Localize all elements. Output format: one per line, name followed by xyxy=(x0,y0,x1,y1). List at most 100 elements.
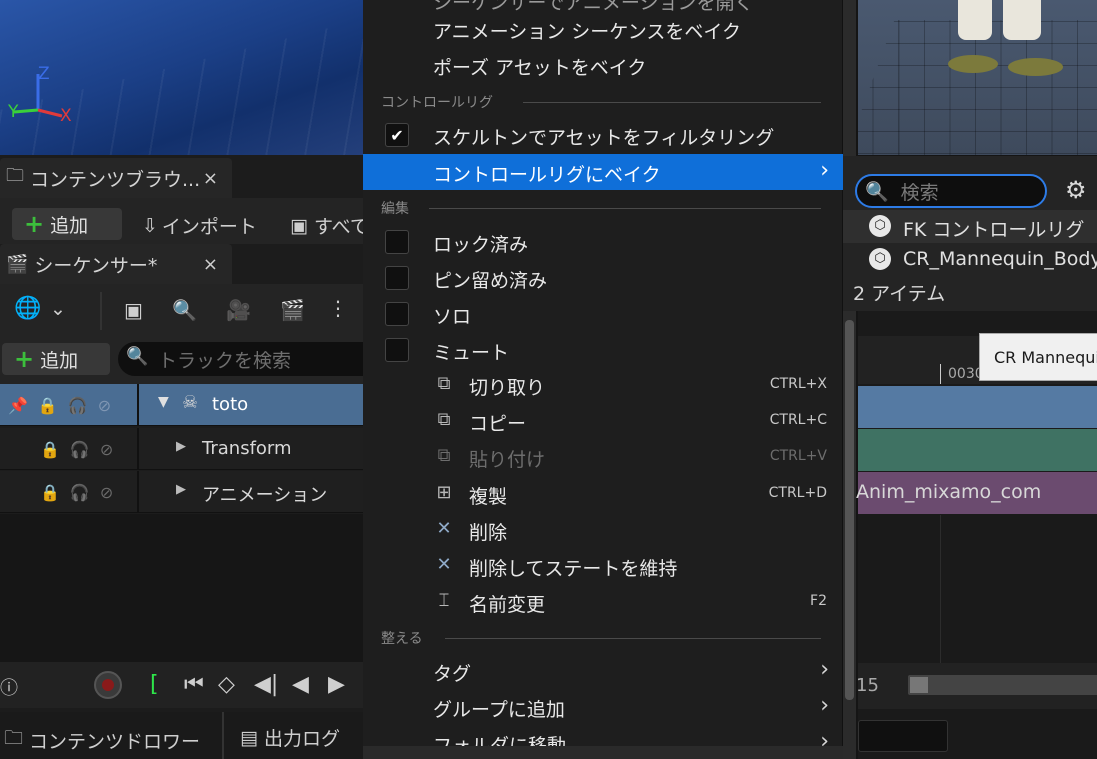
menu-item-bake-anim-sequence[interactable]: アニメーション シーケンスをベイク xyxy=(363,11,843,47)
more-options-icon[interactable]: ⋮ xyxy=(328,296,348,320)
mute-icon[interactable]: ⊘ xyxy=(98,396,111,415)
chevron-right-icon: › xyxy=(820,158,829,183)
menu-item-copy[interactable]: ⧉ コピー CTRL+C xyxy=(363,403,843,439)
tab-sequencer[interactable]: 🎬 シーケンサー* × xyxy=(0,244,232,284)
mute-icon[interactable]: ⊘ xyxy=(100,440,113,459)
play-icon[interactable]: ▶ xyxy=(328,672,345,697)
pin-icon[interactable]: 📌 xyxy=(8,396,28,415)
world-icon[interactable]: 🌐 xyxy=(14,296,41,321)
content-drawer-button[interactable]: 🗀 コンテンツドロワー xyxy=(4,724,200,756)
track-label: Transform xyxy=(202,438,292,459)
track-row[interactable]: 📌 🔒 🎧 ⊘ ▼ ☠ toto xyxy=(0,384,363,426)
scrollbar-thumb[interactable] xyxy=(910,677,928,693)
section-divider xyxy=(523,102,821,103)
menu-item-mute[interactable]: ミュート xyxy=(363,332,843,368)
timeline-footer: 15 xyxy=(856,663,1097,709)
log-icon: ▤ xyxy=(240,726,258,749)
timeline-lane-animation[interactable]: Anim_mixamo_com xyxy=(856,472,1097,514)
rig-list-item[interactable]: ⬡ FK コントロールリグ xyxy=(843,210,1097,243)
rename-icon: ⌶ xyxy=(438,590,450,611)
menu-item-cut[interactable]: ⧉ 切り取り CTRL+X xyxy=(363,367,843,403)
render-movie-icon[interactable]: 🎬 xyxy=(280,298,305,322)
add-track-label: 追加 xyxy=(40,349,79,372)
plus-icon: + xyxy=(14,345,35,373)
mute-icon[interactable]: ⊘ xyxy=(100,483,113,502)
track-search-input[interactable]: 🔍 トラックを検索 xyxy=(118,342,363,376)
timeline-lane-transform[interactable] xyxy=(858,429,1097,471)
headphones-icon[interactable]: 🎧 xyxy=(68,396,88,415)
checkbox[interactable] xyxy=(385,230,409,254)
timeline-lane-toto[interactable] xyxy=(858,386,1097,428)
menu-item-rename[interactable]: ⌶ 名前変更 F2 xyxy=(363,584,843,620)
skip-to-start-icon[interactable]: ⏮ xyxy=(184,672,204,697)
checkbox[interactable] xyxy=(385,302,409,326)
menu-item-solo[interactable]: ソロ xyxy=(363,296,843,332)
headphones-icon[interactable]: 🎧 xyxy=(70,483,90,502)
lock-icon[interactable]: 🔒 xyxy=(38,396,58,415)
previous-key-icon[interactable]: ◇ xyxy=(218,672,235,697)
add-button[interactable]: + 追加 xyxy=(12,208,122,240)
menu-item-label: 名前変更 xyxy=(469,594,546,616)
tooltip: CR Mannequi xyxy=(979,333,1097,381)
info-icon[interactable]: ⓘ xyxy=(0,674,18,700)
expand-arrow-icon[interactable]: ▶ xyxy=(176,482,186,497)
menu-item-locked[interactable]: ロック済み xyxy=(363,224,843,260)
shortcut-label: CTRL+X xyxy=(769,376,827,392)
column-divider xyxy=(137,428,139,470)
import-button[interactable]: ⇩ インポート xyxy=(142,212,257,239)
camera-icon[interactable]: 🎥 xyxy=(226,298,251,322)
rig-search-input[interactable]: 🔍 検索 xyxy=(855,174,1047,208)
menu-item-paste[interactable]: ⧉ 貼り付け CTRL+V xyxy=(363,439,843,475)
menu-item-tags[interactable]: タグ › xyxy=(363,653,843,689)
character-foot xyxy=(948,55,998,73)
menu-item-pinned[interactable]: ピン留め済み xyxy=(363,260,843,296)
tick-mark xyxy=(940,364,941,384)
tab-content-browser[interactable]: 🗀 コンテンツブラウ... × xyxy=(0,158,232,198)
play-reverse-icon[interactable]: ◀ xyxy=(292,672,309,697)
menu-item-bake-to-control-rig[interactable]: コントロールリグにベイク › xyxy=(363,154,843,190)
folder-icon: 🗀 xyxy=(4,727,24,749)
close-icon[interactable]: × xyxy=(203,254,218,275)
save-sequence-icon[interactable]: ▣ xyxy=(124,298,143,322)
preview-viewport[interactable] xyxy=(858,0,1097,155)
menu-item-filter-assets-by-skeleton[interactable]: ✔ スケルトンでアセットをフィルタリング xyxy=(363,117,843,153)
record-button[interactable] xyxy=(94,671,122,699)
track-row[interactable]: 🔒 🎧 ⊘ ▶ アニメーション xyxy=(0,471,363,513)
track-row[interactable]: 🔒 🎧 ⊘ ▶ Transform xyxy=(0,428,363,470)
chevron-down-icon[interactable]: ⌄ xyxy=(50,298,66,320)
menu-item-delete[interactable]: ✕ 削除 xyxy=(363,512,843,548)
character-foot xyxy=(1008,58,1063,76)
add-track-button[interactable]: + 追加 xyxy=(2,343,110,375)
gear-icon[interactable]: ⚙ xyxy=(1065,176,1087,204)
find-in-browser-icon[interactable]: 🔍 xyxy=(172,298,197,322)
menu-scrollbar[interactable] xyxy=(843,0,856,759)
checkbox[interactable] xyxy=(385,338,409,362)
output-log-button[interactable]: ▤ 出力ログ xyxy=(240,724,340,751)
menu-item-label: タグ xyxy=(433,663,472,685)
lock-icon[interactable]: 🔒 xyxy=(40,440,60,459)
menu-item-duplicate[interactable]: ⊞ 複製 CTRL+D xyxy=(363,476,843,512)
step-back-icon[interactable]: ◀| xyxy=(254,672,278,697)
scrollbar-thumb[interactable] xyxy=(845,320,854,700)
menu-item-delete-keep-state[interactable]: ✕ 削除してステートを維持 xyxy=(363,548,843,584)
close-icon[interactable]: × xyxy=(203,168,218,189)
headphones-icon[interactable]: 🎧 xyxy=(70,440,90,459)
menu-item-bake-pose-asset[interactable]: ポーズ アセットをベイク xyxy=(363,47,843,83)
divider xyxy=(222,712,224,759)
menu-item-label: スケルトンでアセットをフィルタリング xyxy=(433,127,775,149)
time-input-field[interactable] xyxy=(858,720,948,752)
section-label: コントロールリグ xyxy=(381,95,493,111)
expand-arrow-icon[interactable]: ▼ xyxy=(158,394,169,410)
level-viewport[interactable]: Z Y X xyxy=(0,0,363,155)
section-label: 整える xyxy=(381,631,423,647)
expand-arrow-icon[interactable]: ▶ xyxy=(176,439,186,454)
rig-list-item[interactable]: ⬡ CR_Mannequin_Body xyxy=(843,243,1097,276)
save-all-button[interactable]: ▣ すべて xyxy=(290,212,369,239)
checkbox[interactable] xyxy=(385,266,409,290)
section-header-organize: 整える xyxy=(381,628,821,648)
menu-item-add-to-group[interactable]: グループに追加 › xyxy=(363,689,843,725)
lock-icon[interactable]: 🔒 xyxy=(40,483,60,502)
check-icon[interactable]: ✔ xyxy=(385,123,409,147)
time-scrollbar[interactable] xyxy=(908,675,1097,695)
set-start-icon[interactable]: [ xyxy=(150,672,159,697)
